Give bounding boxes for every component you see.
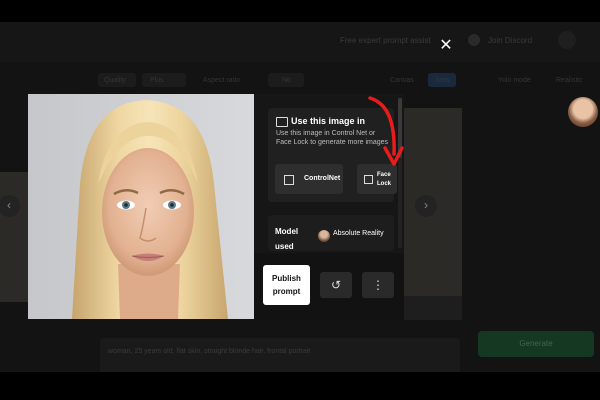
face-lock-label: Face Lock bbox=[377, 172, 392, 187]
prompt-input[interactable]: woman, 25 years old, flat skin, straight… bbox=[100, 338, 460, 372]
close-icon[interactable]: ✕ bbox=[438, 38, 454, 54]
more-vertical-icon: ⋮ bbox=[372, 278, 384, 292]
use-image-title: Use this image in bbox=[291, 116, 366, 126]
portrait-illustration bbox=[28, 94, 254, 319]
publish-prompt-label: Publish prompt bbox=[272, 274, 301, 296]
app-toolbar: Quality Plus Aspect ratio No Canvas New … bbox=[0, 66, 600, 94]
toolbar-canvas: Canvas bbox=[390, 77, 414, 84]
image-icon bbox=[276, 117, 288, 127]
undo-icon: ↺ bbox=[330, 278, 342, 292]
toolbar-plus: Plus bbox=[150, 77, 164, 84]
publish-prompt-button[interactable]: Publish prompt bbox=[263, 265, 310, 305]
generate-button[interactable]: Generate bbox=[478, 331, 594, 357]
controlnet-icon bbox=[284, 175, 294, 185]
controlnet-label: ControlNet bbox=[304, 175, 341, 182]
user-avatar[interactable] bbox=[568, 97, 598, 127]
model-used-label: Model used bbox=[275, 227, 299, 251]
free-prompt-assist-link[interactable]: Free expert prompt assist bbox=[340, 36, 431, 45]
toolbar-new: New bbox=[436, 77, 451, 84]
toolbar-aspect: Aspect ratio bbox=[203, 77, 240, 84]
toolbar-yolo: Yolo mode bbox=[498, 77, 531, 84]
model-avatar bbox=[318, 230, 330, 242]
menu-circle-button[interactable] bbox=[558, 31, 576, 49]
background-thumbnail bbox=[404, 296, 462, 320]
more-options-button[interactable]: ⋮ bbox=[362, 272, 394, 298]
generate-label: Generate bbox=[519, 339, 553, 348]
app-top-bar: Free expert prompt assist Join Discord bbox=[0, 22, 600, 62]
prompt-text: woman, 25 years old, flat skin, straight… bbox=[108, 348, 311, 355]
join-discord-link[interactable]: Join Discord bbox=[488, 36, 532, 45]
discord-icon bbox=[468, 34, 480, 46]
undo-button[interactable]: ↺ bbox=[320, 272, 352, 298]
chevron-right-icon[interactable]: › bbox=[415, 195, 437, 217]
annotation-arrow-icon bbox=[368, 96, 404, 166]
toolbar-realistic: Realistic bbox=[556, 77, 583, 84]
generated-image bbox=[28, 94, 254, 319]
model-name[interactable]: Absolute Reality bbox=[333, 229, 393, 238]
face-lock-icon bbox=[364, 175, 373, 184]
toolbar-quality: Quality bbox=[104, 77, 126, 84]
background-thumbnail bbox=[0, 172, 28, 302]
toolbar-no: No bbox=[282, 77, 291, 84]
toolbar-pill[interactable] bbox=[142, 73, 186, 87]
controlnet-button[interactable]: ControlNet bbox=[275, 164, 343, 194]
